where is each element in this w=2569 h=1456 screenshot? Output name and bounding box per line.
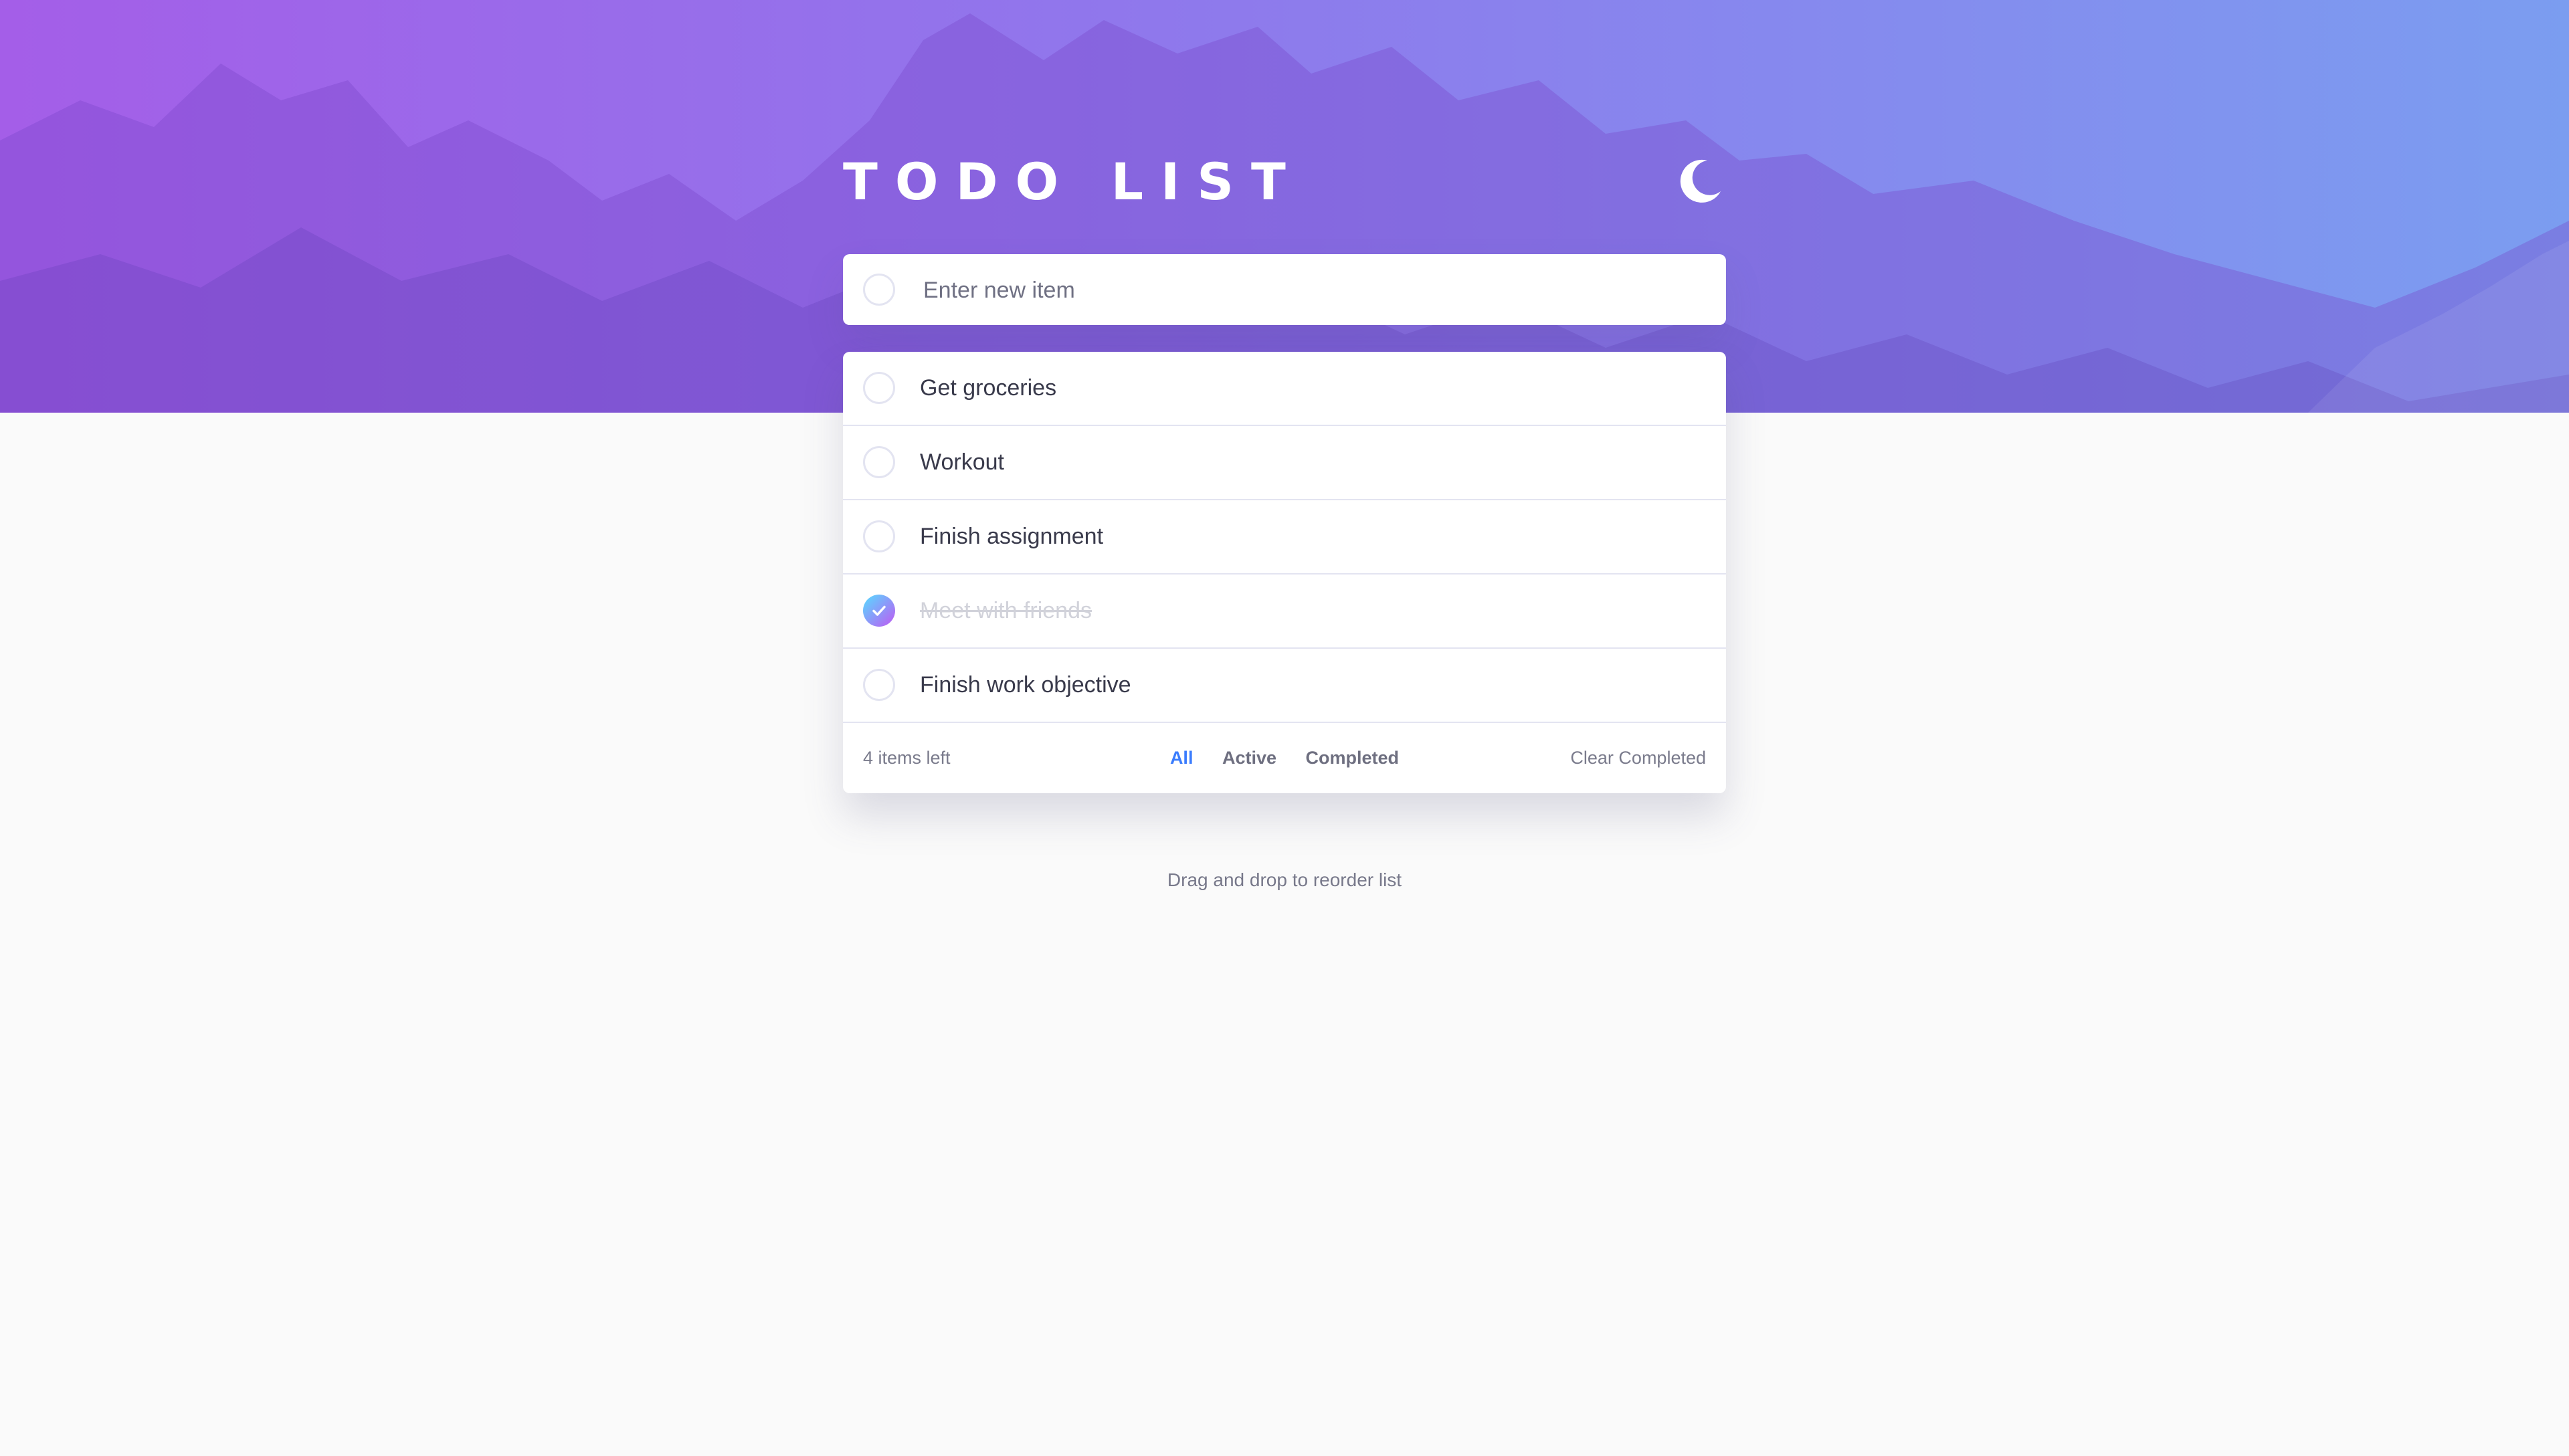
todo-checkbox[interactable] xyxy=(863,372,895,404)
filter-active[interactable]: Active xyxy=(1222,723,1276,793)
todo-checkbox[interactable] xyxy=(863,446,895,478)
filter-completed[interactable]: Completed xyxy=(1306,723,1400,793)
clear-completed-button[interactable]: Clear Completed xyxy=(1570,723,1706,793)
todo-checkbox[interactable] xyxy=(863,669,895,701)
todo-label: Finish work objective xyxy=(920,672,1131,698)
todo-checkbox[interactable] xyxy=(863,595,895,627)
todo-label: Get groceries xyxy=(920,375,1057,401)
theme-toggle-button[interactable] xyxy=(1673,155,1726,209)
page-title: TODO LIST xyxy=(843,152,1303,211)
todo-item[interactable]: Finish work objective xyxy=(843,649,1726,723)
header: TODO LIST xyxy=(843,148,1726,215)
new-item-circle xyxy=(863,274,895,306)
todo-label: Finish assignment xyxy=(920,524,1104,549)
todo-label: Workout xyxy=(920,449,1004,475)
todo-item[interactable]: Finish assignment xyxy=(843,500,1726,575)
todo-item[interactable]: Get groceries xyxy=(843,352,1726,426)
new-item-box xyxy=(843,254,1726,326)
reorder-hint: Drag and drop to reorder list xyxy=(1167,869,1402,890)
filter-all[interactable]: All xyxy=(1170,723,1194,793)
new-item-input[interactable] xyxy=(922,254,1701,326)
moon-icon xyxy=(1680,159,1721,203)
list-footer: 4 items left All Active Completed Clear … xyxy=(843,723,1726,793)
todo-item[interactable]: Meet with friends xyxy=(843,575,1726,649)
todo-label: Meet with friends xyxy=(920,598,1092,623)
todo-item[interactable]: Workout xyxy=(843,426,1726,500)
todo-checkbox[interactable] xyxy=(863,520,895,552)
check-icon xyxy=(872,605,886,616)
todo-list: Get groceries Workout Finish assignment … xyxy=(843,352,1726,793)
